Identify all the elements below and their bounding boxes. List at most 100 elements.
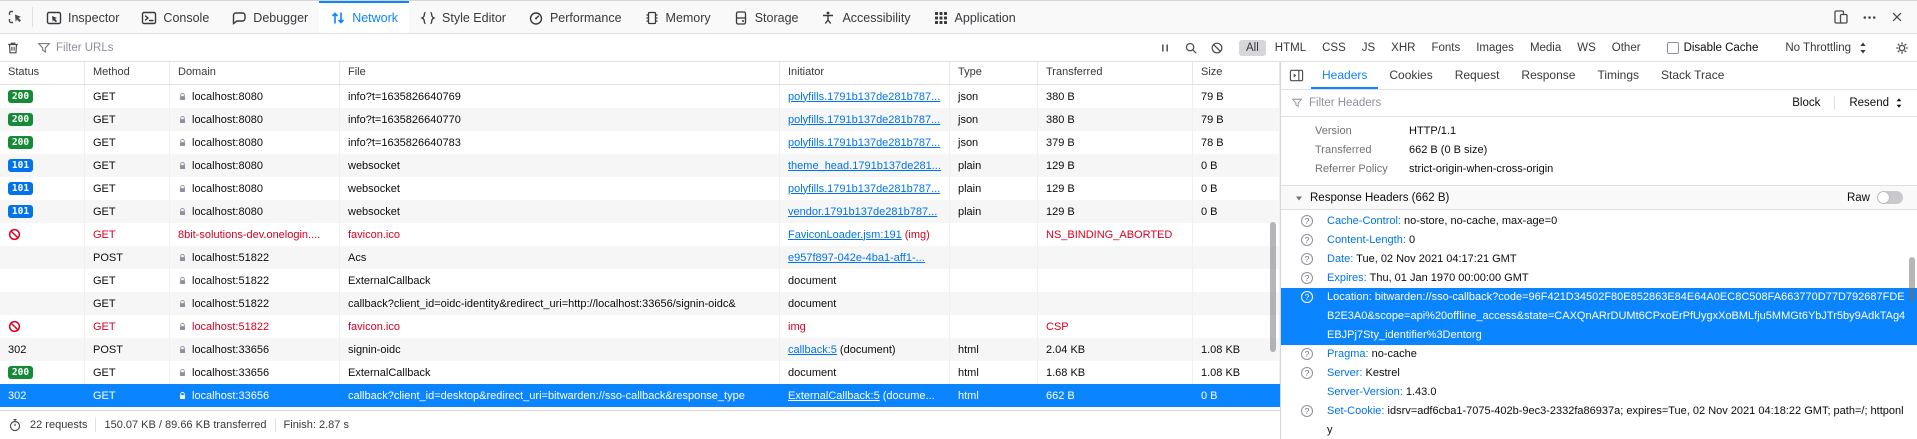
responsive-design-icon[interactable] (1827, 1, 1855, 33)
table-row[interactable]: 200GETlocalhost:33656ExternalCallbackdoc… (0, 361, 1280, 384)
table-row[interactable]: GETlocalhost:51822ExternalCallbackdocume… (0, 269, 1280, 292)
table-row[interactable]: 302POSTlocalhost:33656signin-oidccallbac… (0, 338, 1280, 361)
header-row[interactable]: ?Content-Length: 0 (1281, 231, 1917, 250)
tab-label: Inspector (68, 11, 119, 25)
filter-pill-all[interactable]: All (1239, 40, 1266, 56)
filter-pill-js[interactable]: JS (1355, 40, 1382, 56)
header-row[interactable]: ?Set-Cookie: idsrv=adf6cba1-7075-402b-9e… (1281, 402, 1917, 439)
tab-memory[interactable]: Memory (633, 1, 722, 33)
initiator-link[interactable]: callback:5 (788, 344, 837, 356)
initiator-link[interactable]: polyfills.1791b137de281b787... (788, 91, 940, 103)
help-icon[interactable]: ? (1301, 348, 1313, 360)
filter-urls-input[interactable] (56, 42, 1146, 54)
header-row[interactable]: ?Server: Kestrel (1281, 364, 1917, 383)
table-row[interactable]: 101GETlocalhost:8080websocketpolyfills.1… (0, 177, 1280, 200)
table-row[interactable]: 101GETlocalhost:8080websocketvendor.1791… (0, 200, 1280, 223)
filter-pill-images[interactable]: Images (1469, 40, 1521, 56)
initiator-link[interactable]: polyfills.1791b137de281b787... (788, 114, 940, 126)
tab-network[interactable]: Network (319, 1, 409, 33)
close-icon[interactable] (1883, 1, 1911, 33)
initiator-link[interactable]: polyfills.1791b137de281b787... (788, 137, 940, 149)
network-settings-gear-icon[interactable] (1887, 34, 1917, 61)
table-row[interactable]: GETlocalhost:51822callback?client_id=oid… (0, 292, 1280, 315)
filter-pill-ws[interactable]: WS (1570, 40, 1603, 56)
header-row[interactable]: ?Cache-Control: no-store, no-cache, max-… (1281, 212, 1917, 231)
table-row[interactable]: 200GETlocalhost:8080info?t=1635826640770… (0, 108, 1280, 131)
help-icon[interactable]: ? (1301, 367, 1313, 379)
clear-requests-icon[interactable] (0, 34, 26, 61)
initiator-link[interactable]: theme_head.1791b137de281... (788, 160, 941, 172)
help-icon[interactable]: ? (1301, 234, 1313, 246)
filter-pill-media[interactable]: Media (1523, 40, 1568, 56)
tab-storage[interactable]: Storage (722, 1, 810, 33)
header-row[interactable]: ?Date: Tue, 02 Nov 2021 04:17:21 GMT (1281, 250, 1917, 269)
initiator-link[interactable]: FaviconLoader.jsm:191 (788, 229, 902, 241)
details-tab-headers[interactable]: Headers (1311, 62, 1378, 89)
pause-traffic-icon[interactable] (1152, 34, 1178, 61)
resend-button[interactable]: Resend (1841, 94, 1913, 112)
details-tab-cookies[interactable]: Cookies (1378, 62, 1443, 89)
tab-inspector[interactable]: Inspector (35, 1, 130, 33)
column-header-file[interactable]: File (340, 62, 780, 84)
filter-pill-css[interactable]: CSS (1315, 40, 1353, 56)
column-header-transferred[interactable]: Transferred (1038, 62, 1193, 84)
details-tab-request[interactable]: Request (1444, 62, 1511, 89)
help-icon[interactable]: ? (1301, 291, 1313, 303)
column-header-initiator[interactable]: Initiator (780, 62, 950, 84)
request-list-scrollbar[interactable] (1270, 222, 1276, 352)
details-tab-response[interactable]: Response (1510, 62, 1586, 89)
table-row[interactable]: 200GETlocalhost:8080info?t=1635826640769… (0, 85, 1280, 108)
header-row[interactable]: Server-Version: 1.43.0 (1281, 383, 1917, 402)
column-header-method[interactable]: Method (85, 62, 170, 84)
initiator-link[interactable]: e957f897-042e-4ba1-aff1-... (788, 252, 925, 264)
table-row[interactable]: 302GETlocalhost:33656callback?client_id=… (0, 384, 1280, 407)
help-icon[interactable]: ? (1301, 253, 1313, 265)
help-icon[interactable]: ? (1301, 405, 1313, 417)
tab-console[interactable]: Console (130, 1, 220, 33)
pick-element-icon[interactable] (0, 1, 30, 33)
initiator-link[interactable]: polyfills.1791b137de281b787... (788, 183, 940, 195)
search-icon[interactable] (1178, 34, 1204, 61)
block-requests-icon[interactable] (1204, 34, 1230, 61)
disable-cache-checkbox[interactable] (1667, 42, 1679, 54)
column-header-status[interactable]: Status (0, 62, 85, 84)
table-row[interactable]: GETlocalhost:51822favicon.icoimgCSP (0, 315, 1280, 338)
throttling-select[interactable]: No Throttling (1773, 41, 1882, 55)
details-tab-timings[interactable]: Timings (1586, 62, 1650, 89)
column-header-size[interactable]: Size (1193, 62, 1280, 84)
response-headers-section-header[interactable]: Response Headers (662 B) Raw (1281, 185, 1917, 210)
raw-toggle[interactable] (1877, 191, 1903, 204)
performance-analysis-icon[interactable] (8, 418, 22, 432)
file: info?t=1635826640783 (348, 137, 461, 149)
initiator-link[interactable]: ExternalCallback:5 (788, 390, 880, 402)
header-value: Thu, 01 Jan 1970 00:00:00 GMT (1370, 272, 1529, 284)
tab-application[interactable]: Application (922, 1, 1027, 33)
filter-pill-xhr[interactable]: XHR (1384, 40, 1422, 56)
header-row[interactable]: ?Pragma: no-cache (1281, 345, 1917, 364)
details-tab-stack-trace[interactable]: Stack Trace (1650, 62, 1735, 89)
header-row[interactable]: ?Expires: Thu, 01 Jan 1970 00:00:00 GMT (1281, 269, 1917, 288)
filter-pill-fonts[interactable]: Fonts (1424, 40, 1467, 56)
table-row[interactable]: 101GETlocalhost:8080websockettheme_head.… (0, 154, 1280, 177)
table-row[interactable]: GET8bit-solutions-dev.onelogin....favico… (0, 223, 1280, 246)
column-header-type[interactable]: Type (950, 62, 1038, 84)
tab-debugger[interactable]: Debugger (220, 1, 319, 33)
column-header-domain[interactable]: Domain (170, 62, 340, 84)
initiator-link[interactable]: vendor.1791b137de281b787... (788, 206, 937, 218)
details-scrollbar[interactable] (1909, 257, 1915, 302)
table-row[interactable]: 200GETlocalhost:8080info?t=1635826640783… (0, 131, 1280, 154)
filter-headers-input[interactable] (1309, 97, 1778, 109)
collapse-panel-icon[interactable] (1281, 62, 1311, 89)
tab-style-editor[interactable]: Style Editor (409, 1, 517, 33)
memory-icon (644, 10, 660, 26)
help-icon[interactable]: ? (1301, 215, 1313, 227)
filter-pill-html[interactable]: HTML (1268, 40, 1313, 56)
header-row[interactable]: ?Location: bitwarden://sso-callback?code… (1281, 288, 1917, 345)
help-icon[interactable]: ? (1301, 272, 1313, 284)
menu-icon[interactable] (1855, 1, 1883, 33)
table-row[interactable]: POSTlocalhost:51822Acse957f897-042e-4ba1… (0, 246, 1280, 269)
filter-pill-other[interactable]: Other (1605, 40, 1648, 56)
tab-performance[interactable]: Performance (517, 1, 633, 33)
tab-accessibility[interactable]: Accessibility (809, 1, 921, 33)
block-button[interactable]: Block (1784, 94, 1828, 112)
